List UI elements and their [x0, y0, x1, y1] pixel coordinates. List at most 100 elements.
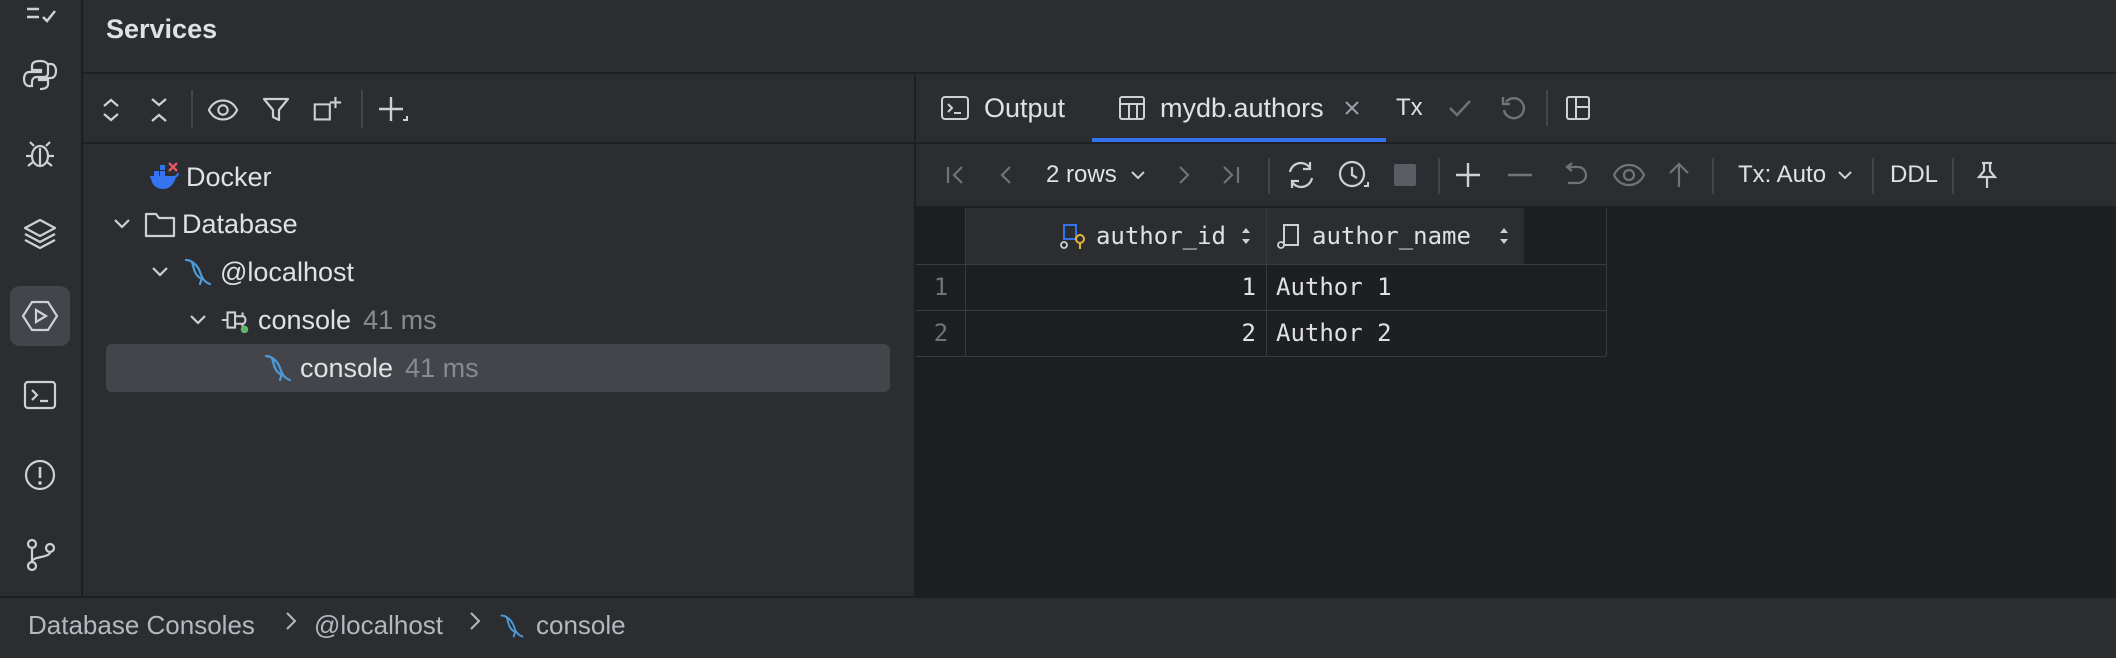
chevron-down-icon[interactable]: [184, 306, 212, 334]
debug-bug-icon[interactable]: [10, 124, 70, 184]
grid-line: [916, 356, 1606, 357]
close-icon[interactable]: [1344, 100, 1360, 116]
terminal-icon: [940, 94, 970, 122]
tree-item-label: @localhost: [220, 256, 354, 287]
last-page-icon[interactable]: [1218, 156, 1242, 194]
chevron-down-icon[interactable]: [108, 210, 136, 238]
tab-label: mydb.authors: [1160, 92, 1324, 123]
toolbar-separator: [1268, 158, 1270, 194]
filter-icon[interactable]: [261, 94, 293, 126]
column-icon: [1276, 221, 1304, 251]
breadcrumb-console[interactable]: console: [498, 610, 626, 641]
folder-icon: [144, 208, 176, 240]
breadcrumb-label: @localhost: [314, 610, 444, 640]
tree-item-label: Database: [182, 208, 298, 239]
column-header-author-id[interactable]: author_id: [966, 208, 1266, 264]
chevron-down-icon[interactable]: [146, 258, 174, 286]
tree-item-console-session[interactable]: console 41 ms: [262, 345, 479, 391]
ddl-button[interactable]: DDL: [1890, 156, 1938, 194]
ddl-label: DDL: [1890, 161, 1939, 188]
checklist-icon[interactable]: [10, 0, 70, 46]
selected-row-highlight: [106, 344, 890, 392]
next-page-icon[interactable]: [1172, 156, 1196, 194]
first-page-icon[interactable]: [944, 156, 968, 194]
history-clock-icon[interactable]: [1336, 156, 1370, 194]
breadcrumb-localhost[interactable]: @localhost: [314, 610, 443, 641]
services-toolbar: [83, 74, 914, 144]
git-branch-icon[interactable]: [10, 524, 70, 584]
grid-corner: [916, 208, 966, 264]
row-number: 2: [933, 319, 949, 347]
chevron-down-icon: [1130, 171, 1145, 180]
column-name: author_name: [1312, 222, 1471, 250]
python-icon[interactable]: [10, 45, 70, 105]
primary-key-column-icon: [1060, 221, 1090, 251]
cell-author-id[interactable]: 1: [966, 264, 1266, 310]
execution-time: 41 ms: [405, 352, 479, 383]
grid-line: [1606, 208, 1607, 356]
tx-mode-label: Tx: Auto: [1738, 161, 1827, 188]
pin-icon[interactable]: [1974, 156, 2000, 194]
cell-author-id[interactable]: 2: [966, 310, 1266, 356]
refresh-icon[interactable]: [1284, 156, 1318, 194]
stop-icon[interactable]: [1392, 156, 1418, 194]
problems-icon[interactable]: [10, 445, 70, 505]
layout-toggle-icon[interactable]: [1564, 74, 1592, 142]
execution-time: 41 ms: [363, 304, 437, 335]
commit-check-icon[interactable]: [1446, 74, 1474, 142]
breadcrumb-label: Database Consoles: [28, 610, 255, 640]
grid-line: [916, 264, 1606, 265]
tree-item-console[interactable]: console 41 ms: [184, 297, 437, 343]
new-group-icon[interactable]: [311, 94, 343, 126]
tree-item-docker[interactable]: Docker: [148, 154, 272, 200]
tx-label: Tx: [1396, 94, 1423, 121]
column-name: author_id: [1095, 222, 1226, 250]
expand-all-icon[interactable]: [95, 94, 127, 126]
toolbar-separator: [1712, 158, 1714, 194]
previous-page-icon[interactable]: [994, 156, 1018, 194]
toolbar-separator: [1438, 158, 1440, 194]
show-eye-icon[interactable]: [207, 94, 239, 126]
services-icon[interactable]: [10, 286, 70, 346]
cell-author-name[interactable]: Author 1: [1268, 264, 1524, 310]
tree-item-label: Docker: [186, 161, 272, 192]
result-tabs-bar: Output mydb.authors Tx: [916, 74, 2116, 144]
submit-arrow-up-icon[interactable]: [1666, 156, 1692, 194]
toolbar-separator: [361, 90, 363, 128]
add-row-icon[interactable]: [1454, 156, 1482, 194]
grid-line: [1266, 208, 1267, 356]
tree-item-database[interactable]: Database: [108, 201, 298, 247]
column-header-author-name[interactable]: author_name: [1268, 208, 1524, 264]
cell-author-name[interactable]: Author 2: [1268, 310, 1524, 356]
terminal-icon[interactable]: [10, 365, 70, 425]
delete-row-icon[interactable]: [1506, 156, 1534, 194]
collapse-all-icon[interactable]: [143, 94, 175, 126]
transaction-mode-dropdown[interactable]: Tx: Auto: [1738, 156, 1854, 194]
preview-changes-icon[interactable]: [1612, 156, 1646, 194]
rollback-icon[interactable]: [1500, 74, 1528, 142]
chevron-right-icon: [466, 610, 484, 632]
tree-item-localhost[interactable]: @localhost: [146, 249, 354, 295]
sort-icon[interactable]: [1498, 226, 1510, 246]
plug-connection-icon: [220, 304, 252, 336]
grid-line: [965, 208, 966, 356]
tab-output[interactable]: Output: [940, 74, 1065, 142]
breadcrumb-database-consoles[interactable]: Database Consoles: [28, 610, 255, 641]
layers-icon[interactable]: [10, 204, 70, 264]
add-service-icon[interactable]: [377, 94, 409, 126]
page-size-dropdown[interactable]: 2 rows: [1046, 156, 1147, 194]
mysql-dolphin-icon: [182, 256, 214, 288]
tab-label: Output: [984, 92, 1066, 123]
rows-count: 2 rows: [1046, 161, 1117, 188]
docker-icon: [148, 161, 180, 193]
mysql-dolphin-icon: [498, 612, 526, 640]
toolbar-separator: [1546, 90, 1548, 126]
table-icon: [1118, 94, 1146, 122]
revert-icon[interactable]: [1560, 156, 1590, 194]
sort-icon[interactable]: [1240, 226, 1252, 246]
tool-window-strip: [0, 0, 83, 596]
tab-table-authors[interactable]: mydb.authors: [1118, 74, 1360, 142]
breadcrumb-label: console: [536, 610, 626, 640]
tx-menu[interactable]: Tx: [1396, 74, 1423, 142]
panel-title: Services: [106, 14, 218, 44]
